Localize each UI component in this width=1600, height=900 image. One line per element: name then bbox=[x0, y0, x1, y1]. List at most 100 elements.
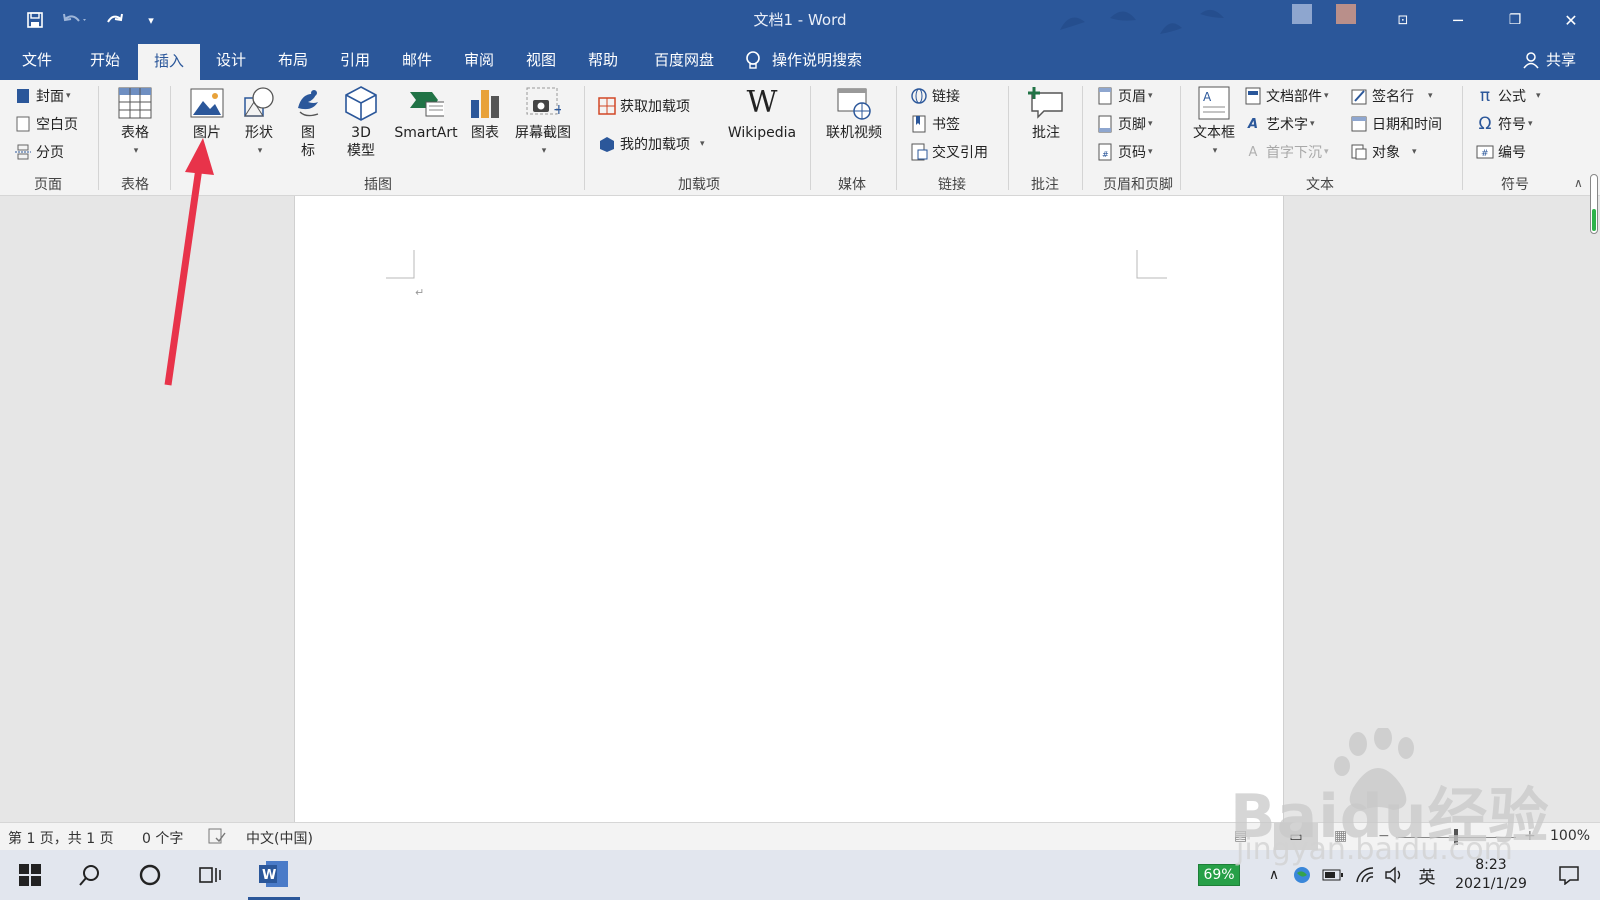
numbering-button[interactable]: # 编号 bbox=[1476, 140, 1526, 164]
online-video-label: 联机视频 bbox=[826, 125, 882, 141]
tab-baidu-netdisk[interactable]: 百度网盘 bbox=[646, 40, 722, 80]
picture-icon bbox=[189, 84, 225, 122]
group-label-pages: 页面 bbox=[34, 177, 62, 193]
restore-icon[interactable]: ❐ bbox=[1492, 0, 1538, 40]
group-label-tables: 表格 bbox=[121, 177, 149, 193]
person-icon bbox=[1523, 52, 1539, 69]
word-count[interactable]: 0 个字 bbox=[142, 828, 183, 848]
ribbon-display-options-icon[interactable]: ⊡ bbox=[1380, 0, 1426, 40]
tab-mailings[interactable]: 邮件 bbox=[394, 40, 440, 80]
signature-line-label: 签名行 bbox=[1372, 89, 1414, 105]
title-bar: ▾ 文档1 - Word ⊡ ─ ❐ ✕ bbox=[0, 0, 1600, 40]
screenshot-camera-icon: + bbox=[525, 84, 561, 122]
document-page[interactable]: ↵ bbox=[294, 196, 1284, 822]
tab-layout[interactable]: 布局 bbox=[270, 40, 316, 80]
pictures-button[interactable]: 图片 bbox=[182, 84, 232, 142]
chart-button[interactable]: 图表 bbox=[462, 84, 508, 142]
tab-references[interactable]: 引用 bbox=[332, 40, 378, 80]
table-label: 表格 bbox=[121, 125, 149, 141]
smartart-button[interactable]: SmartArt bbox=[390, 84, 462, 142]
quick-parts-label: 文档部件 bbox=[1266, 89, 1322, 105]
my-addins-label: 我的加载项 bbox=[620, 137, 690, 153]
blank-page-button[interactable]: 空白页 bbox=[14, 112, 78, 136]
action-center-icon[interactable] bbox=[1544, 850, 1594, 900]
wikipedia-button[interactable]: W Wikipedia bbox=[722, 84, 802, 142]
symbol-button[interactable]: Ω 符号 ▾ bbox=[1476, 112, 1533, 136]
task-view-icon[interactable] bbox=[188, 850, 232, 900]
minimize-icon[interactable]: ─ bbox=[1435, 0, 1481, 40]
wordart-button[interactable]: A 艺术字 ▾ bbox=[1244, 112, 1315, 136]
close-icon[interactable]: ✕ bbox=[1548, 0, 1594, 40]
date-time-button[interactable]: 日期和时间 bbox=[1350, 112, 1442, 136]
drop-cap-button[interactable]: A 首字下沉 ▾ bbox=[1244, 140, 1329, 164]
drop-cap-label: 首字下沉 bbox=[1266, 145, 1322, 161]
pictures-label: 图片 bbox=[193, 125, 221, 141]
wikipedia-w-icon: W bbox=[746, 85, 778, 120]
tab-design[interactable]: 设计 bbox=[208, 40, 254, 80]
drop-cap-icon: A bbox=[1248, 144, 1258, 160]
table-button[interactable]: 表格 ▾ bbox=[110, 84, 160, 160]
shapes-button[interactable]: 形状 ▾ bbox=[234, 84, 284, 160]
cover-page-label: 封面 bbox=[36, 89, 64, 105]
cover-page-button[interactable]: 封面 ▾ bbox=[14, 84, 71, 108]
footer-button[interactable]: 页脚 ▾ bbox=[1096, 112, 1153, 136]
signature-line-button[interactable]: 签名行 ▾ bbox=[1350, 84, 1433, 108]
numbering-label: 编号 bbox=[1498, 145, 1526, 161]
online-video-icon bbox=[836, 84, 872, 122]
bookmark-button[interactable]: 书签 bbox=[910, 112, 960, 136]
new-comment-button[interactable]: 批注 bbox=[1016, 84, 1076, 142]
vertical-scrollbar[interactable] bbox=[1590, 174, 1598, 234]
tab-home[interactable]: 开始 bbox=[82, 40, 128, 80]
my-addins-button[interactable]: 我的加载项 ▾ bbox=[598, 132, 705, 156]
tab-help[interactable]: 帮助 bbox=[580, 40, 626, 80]
page-break-button[interactable]: 分页 bbox=[14, 140, 64, 164]
svg-text:W: W bbox=[262, 868, 276, 883]
zoom-level[interactable]: 100% bbox=[1550, 828, 1590, 844]
omega-icon: Ω bbox=[1478, 114, 1492, 134]
cortana-icon[interactable] bbox=[128, 850, 172, 900]
group-label-symbols: 符号 bbox=[1501, 177, 1529, 193]
search-icon[interactable] bbox=[68, 850, 112, 900]
my-addins-icon bbox=[598, 135, 616, 153]
link-button[interactable]: 链接 bbox=[910, 84, 960, 108]
get-addins-button[interactable]: 获取加载项 bbox=[598, 94, 690, 118]
share-button[interactable]: 共享 bbox=[1516, 40, 1582, 80]
header-button[interactable]: 页眉 ▾ bbox=[1096, 84, 1153, 108]
tab-file[interactable]: 文件 bbox=[14, 40, 60, 80]
language[interactable]: 中文(中国) bbox=[246, 828, 313, 848]
object-button[interactable]: 对象 ▾ bbox=[1350, 140, 1417, 164]
svg-text:#: # bbox=[1481, 149, 1489, 159]
cross-reference-button[interactable]: 交叉引用 bbox=[910, 140, 988, 164]
page-number-button[interactable]: # 页码 ▾ bbox=[1096, 140, 1153, 164]
svg-text:+: + bbox=[553, 102, 561, 118]
online-video-button[interactable]: 联机视频 bbox=[818, 84, 890, 142]
page-count[interactable]: 第 1 页，共 1 页 bbox=[8, 828, 114, 848]
word-taskbar-icon[interactable]: W bbox=[248, 850, 300, 900]
new-comment-label: 批注 bbox=[1032, 125, 1060, 141]
text-box-button[interactable]: A 文本框 ▾ bbox=[1186, 84, 1242, 160]
quick-parts-button[interactable]: 文档部件 ▾ bbox=[1244, 84, 1329, 108]
margin-corner-marks: ↵ bbox=[386, 250, 1167, 299]
3d-models-button[interactable]: 3D 模型 bbox=[336, 84, 386, 160]
group-label-comments: 批注 bbox=[1031, 177, 1059, 193]
equation-button[interactable]: π 公式 ▾ bbox=[1476, 84, 1541, 108]
watermark-url: jingyan.baidu.com bbox=[1236, 832, 1513, 867]
screenshot-label: 屏幕截图 bbox=[515, 125, 571, 141]
screenshot-button[interactable]: + 屏幕截图 ▾ bbox=[508, 84, 578, 160]
footer-label: 页脚 bbox=[1118, 117, 1146, 133]
text-box-icon: A bbox=[1196, 84, 1232, 122]
icons-button[interactable]: 图 标 bbox=[288, 84, 328, 160]
header-icon bbox=[1096, 87, 1114, 105]
tab-view[interactable]: 视图 bbox=[518, 40, 564, 80]
3d-models-label: 3D 模型 bbox=[347, 125, 375, 159]
collapse-ribbon-icon[interactable]: ∧ bbox=[1574, 176, 1583, 190]
tell-me-search[interactable]: 操作说明搜索 bbox=[744, 40, 894, 80]
proofing-icon[interactable] bbox=[208, 828, 226, 848]
tab-insert[interactable]: 插入 bbox=[138, 44, 200, 80]
group-label-text: 文本 bbox=[1306, 177, 1334, 193]
scrollbar-thumb[interactable] bbox=[1592, 209, 1596, 231]
tab-review[interactable]: 审阅 bbox=[456, 40, 502, 80]
svg-text:#: # bbox=[1102, 150, 1109, 159]
windows-start-icon[interactable] bbox=[8, 850, 52, 900]
group-label-links: 链接 bbox=[938, 177, 966, 193]
